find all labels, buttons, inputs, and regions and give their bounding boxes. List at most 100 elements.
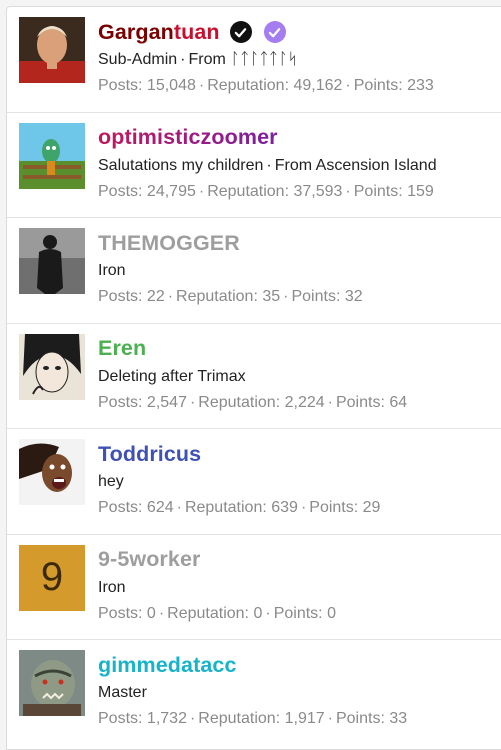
location-prefix: From <box>274 156 313 174</box>
user-title: Deleting after Trimax <box>98 367 407 387</box>
user-stats: Posts: 624 · Reputation: 639 · Points: 29 <box>98 498 380 518</box>
username-link[interactable]: Eren <box>98 336 146 361</box>
posts-label: Posts: <box>98 604 143 622</box>
avatar-gimmedatacc[interactable] <box>19 650 85 716</box>
user-stats: Posts: 15,048 · Reputation: 49,162 · Points:… <box>98 76 434 96</box>
points-label: Points: <box>353 77 403 94</box>
username-link[interactable]: Gargantuan <box>98 20 220 45</box>
user-title: hey <box>98 472 380 492</box>
user-rank: Sub-Admin <box>98 51 178 68</box>
username-link[interactable]: 9-5worker <box>98 547 200 572</box>
rep-count: 2,224 <box>284 393 325 411</box>
rep-count: 1,917 <box>284 710 325 727</box>
avatar-eren[interactable] <box>19 333 85 400</box>
separator: · <box>198 77 205 94</box>
avatar-toddricus[interactable] <box>19 439 85 505</box>
points-label: Points: <box>273 604 323 622</box>
avatar-gargantuan[interactable] <box>19 17 85 83</box>
username-link[interactable]: Toddricus <box>98 442 201 467</box>
posts-count: 24,795 <box>146 182 196 200</box>
user-stats: Posts: 1,732 · Reputation: 1,917 · Points: 3… <box>98 709 407 729</box>
separator: · <box>167 288 174 305</box>
separator: · <box>198 182 205 200</box>
user-title: Salutations my children · From Ascension I… <box>98 156 437 176</box>
posts-count: 15,048 <box>146 77 196 94</box>
posts-label: Posts: <box>98 393 143 411</box>
posts-label: Posts: <box>98 710 143 727</box>
rep-label: Reputation: <box>167 604 249 622</box>
separator: · <box>266 156 272 174</box>
user-stats: Posts: 22 · Reputation: 35 · Points: 32 <box>98 287 363 307</box>
rep-count: 49,162 <box>293 77 343 94</box>
user-stats: Posts: 24,795 · Reputation: 37,593 · Points:… <box>98 182 437 202</box>
rep-label: Reputation: <box>198 710 281 727</box>
avatar-9-5worker[interactable]: 9 <box>19 544 85 611</box>
posts-count: 1,732 <box>146 710 187 727</box>
points-count: 64 <box>389 393 408 411</box>
points-count: 29 <box>362 499 381 516</box>
username-link[interactable]: THEMOGGER <box>98 231 240 256</box>
separator: · <box>189 710 196 727</box>
user-rank: hey <box>98 473 124 490</box>
member-list: Gargantuan Sub-Admin · From ᛚᛏᛚᛏᛏᛚᛋ Posts:… <box>6 6 501 750</box>
user-stats: Posts: 2,547 · Reputation: 2,224 · Points: 6… <box>98 393 407 413</box>
user-location: Ascension Island <box>315 156 437 174</box>
separator: · <box>176 499 182 516</box>
separator: · <box>180 51 186 68</box>
user-title: Iron <box>98 578 336 598</box>
avatar-letter: 9 <box>40 555 64 599</box>
points-label: Points: <box>335 393 385 411</box>
posts-label: Posts: <box>98 77 143 94</box>
username-link[interactable]: optimisticzoomer <box>98 125 278 150</box>
separator: · <box>189 393 196 411</box>
points-label: Points: <box>309 499 359 516</box>
separator: · <box>283 288 289 305</box>
member-row: optimisticzoomer Salutations my children… <box>7 113 501 218</box>
member-row: 9 9-5worker Iron Posts: 0 · Reputation: 0 ·… <box>7 535 501 640</box>
posts-label: Posts: <box>98 499 143 516</box>
rep-count: 639 <box>271 499 298 516</box>
member-row: Eren Deleting after Trimax Posts: 2,547 ·… <box>7 324 501 429</box>
points-label: Points: <box>335 710 385 727</box>
username-link[interactable]: gimmedatacc <box>98 653 237 678</box>
rep-count: 37,593 <box>293 182 343 200</box>
rep-label: Reputation: <box>184 499 267 516</box>
separator: · <box>345 182 351 200</box>
user-rank: Master <box>98 684 147 701</box>
member-row: gimmedatacc Master Posts: 1,732 · Reputati… <box>7 640 501 746</box>
points-label: Points: <box>291 288 341 305</box>
rep-count: 35 <box>262 288 281 305</box>
separator: · <box>300 499 307 516</box>
username-part1: Gargan <box>98 19 174 44</box>
location-prefix: From <box>188 51 226 68</box>
posts-label: Posts: <box>98 182 143 200</box>
points-count: 159 <box>407 182 434 200</box>
rep-label: Reputation: <box>207 182 290 200</box>
user-rank: Iron <box>98 262 126 279</box>
avatar-themogger[interactable] <box>19 228 85 294</box>
rep-label: Reputation: <box>207 77 290 94</box>
user-title: Sub-Admin · From ᛚᛏᛚᛏᛏᛚᛋ <box>98 50 434 70</box>
username-part2: tuan <box>173 19 220 44</box>
member-row: THEMOGGER Iron Posts: 22 · Reputation: 35 ·… <box>7 218 501 324</box>
points-label: Points: <box>353 182 403 200</box>
posts-count: 0 <box>146 604 156 622</box>
posts-label: Posts: <box>98 288 143 305</box>
separator: · <box>327 710 333 727</box>
points-count: 32 <box>344 288 363 305</box>
posts-count: 2,547 <box>146 393 187 411</box>
posts-count: 22 <box>146 288 165 305</box>
user-rank: Salutations my children <box>98 156 264 174</box>
user-rank: Deleting after Trimax <box>98 367 246 385</box>
verified-purple-icon <box>263 21 286 43</box>
user-stats: Posts: 0 · Reputation: 0 · Points: 0 <box>98 604 336 624</box>
avatar-optimisticzoomer[interactable] <box>19 122 85 189</box>
rep-label: Reputation: <box>198 393 281 411</box>
user-rank: Iron <box>98 578 126 596</box>
points-count: 233 <box>407 77 434 94</box>
verified-black-icon <box>229 21 252 43</box>
rep-count: 0 <box>253 604 263 622</box>
separator: · <box>327 393 333 411</box>
user-location: ᛚᛏᛚᛏᛏᛚᛋ <box>230 51 298 68</box>
points-count: 33 <box>389 710 408 727</box>
